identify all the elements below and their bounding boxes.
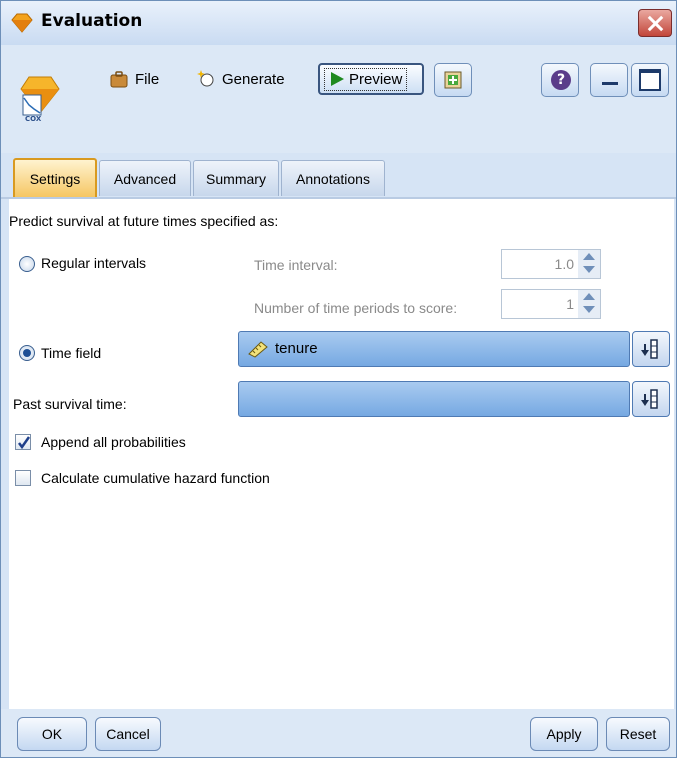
- time-interval-value: 1.0: [554, 256, 574, 272]
- checkmark-icon: [18, 436, 31, 450]
- tab-advanced[interactable]: Advanced: [99, 160, 191, 196]
- time-interval-spinner[interactable]: 1.0: [501, 249, 601, 279]
- spinner-arrows[interactable]: [578, 290, 600, 318]
- preview-focus-ring: Preview: [324, 67, 408, 91]
- ok-button[interactable]: OK: [17, 717, 87, 751]
- play-icon: [331, 72, 344, 86]
- generate-sparkle-icon: [197, 70, 214, 87]
- minimize-icon: [602, 82, 618, 85]
- settings-panel: Predict survival at future times specifi…: [9, 199, 674, 709]
- cancel-button[interactable]: Cancel: [95, 717, 161, 751]
- add-node-icon: [444, 71, 462, 89]
- cox-badge: COX: [25, 115, 42, 123]
- apply-button[interactable]: Apply: [530, 717, 598, 751]
- file-label: File: [135, 70, 160, 88]
- spin-down-icon: [583, 266, 595, 273]
- maximize-button[interactable]: [631, 63, 669, 97]
- num-periods-label: Number of time periods to score:: [254, 300, 458, 316]
- num-periods-value: 1: [566, 296, 574, 312]
- past-survival-input[interactable]: [238, 381, 630, 417]
- tab-summary[interactable]: Summary: [193, 160, 279, 196]
- spin-up-icon: [583, 293, 595, 300]
- toolbar-area: COX File Generate Preview ?: [1, 45, 676, 153]
- generate-label: Generate: [222, 70, 285, 88]
- cumulative-hazard-label: Calculate cumulative hazard function: [41, 470, 270, 486]
- close-button[interactable]: [638, 9, 672, 37]
- window-title: Evaluation: [41, 11, 143, 31]
- minimize-button[interactable]: [590, 63, 628, 97]
- append-probabilities-checkbox[interactable]: [15, 434, 31, 450]
- tab-settings[interactable]: Settings: [13, 158, 97, 198]
- model-diamond-icon: [11, 13, 33, 33]
- spin-down-icon: [583, 306, 595, 313]
- cumulative-hazard-checkbox[interactable]: [15, 470, 31, 486]
- preview-label: Preview: [349, 70, 403, 88]
- field-picker-icon: [641, 389, 658, 409]
- num-periods-spinner[interactable]: 1: [501, 289, 601, 319]
- regular-intervals-label: Regular intervals: [41, 255, 147, 271]
- help-button[interactable]: ?: [541, 63, 579, 97]
- time-field-radio[interactable]: [19, 345, 35, 361]
- time-interval-label: Time interval:: [254, 257, 338, 273]
- file-menu[interactable]: File: [109, 65, 159, 93]
- title-bar[interactable]: Evaluation: [1, 1, 676, 45]
- time-field-label: Time field: [41, 345, 102, 361]
- past-survival-picker-button[interactable]: [632, 381, 670, 417]
- help-icon: ?: [551, 70, 571, 90]
- reset-button[interactable]: Reset: [606, 717, 670, 751]
- cox-node-icon: COX: [20, 76, 60, 123]
- tab-annotations[interactable]: Annotations: [281, 160, 385, 196]
- file-bag-icon: [110, 71, 128, 88]
- add-to-canvas-button[interactable]: [434, 63, 472, 97]
- time-field-value: tenure: [275, 340, 318, 357]
- time-field-input[interactable]: tenure: [238, 331, 630, 367]
- past-survival-label: Past survival time:: [13, 396, 127, 412]
- spinner-arrows[interactable]: [578, 250, 600, 278]
- regular-intervals-radio[interactable]: [19, 256, 35, 272]
- evaluation-dialog: Evaluation COX File Generate Preview ? S…: [0, 0, 677, 758]
- field-picker-icon: [641, 339, 658, 359]
- button-bar: OK Cancel Apply Reset: [1, 709, 676, 757]
- preview-button[interactable]: Preview: [318, 63, 424, 95]
- spin-up-icon: [583, 253, 595, 260]
- predict-heading: Predict survival at future times specifi…: [9, 213, 279, 229]
- continuous-ruler-icon: [248, 341, 268, 358]
- append-probabilities-label: Append all probabilities: [41, 434, 186, 450]
- generate-menu[interactable]: Generate: [196, 65, 285, 93]
- maximize-icon: [639, 69, 661, 91]
- time-field-picker-button[interactable]: [632, 331, 670, 367]
